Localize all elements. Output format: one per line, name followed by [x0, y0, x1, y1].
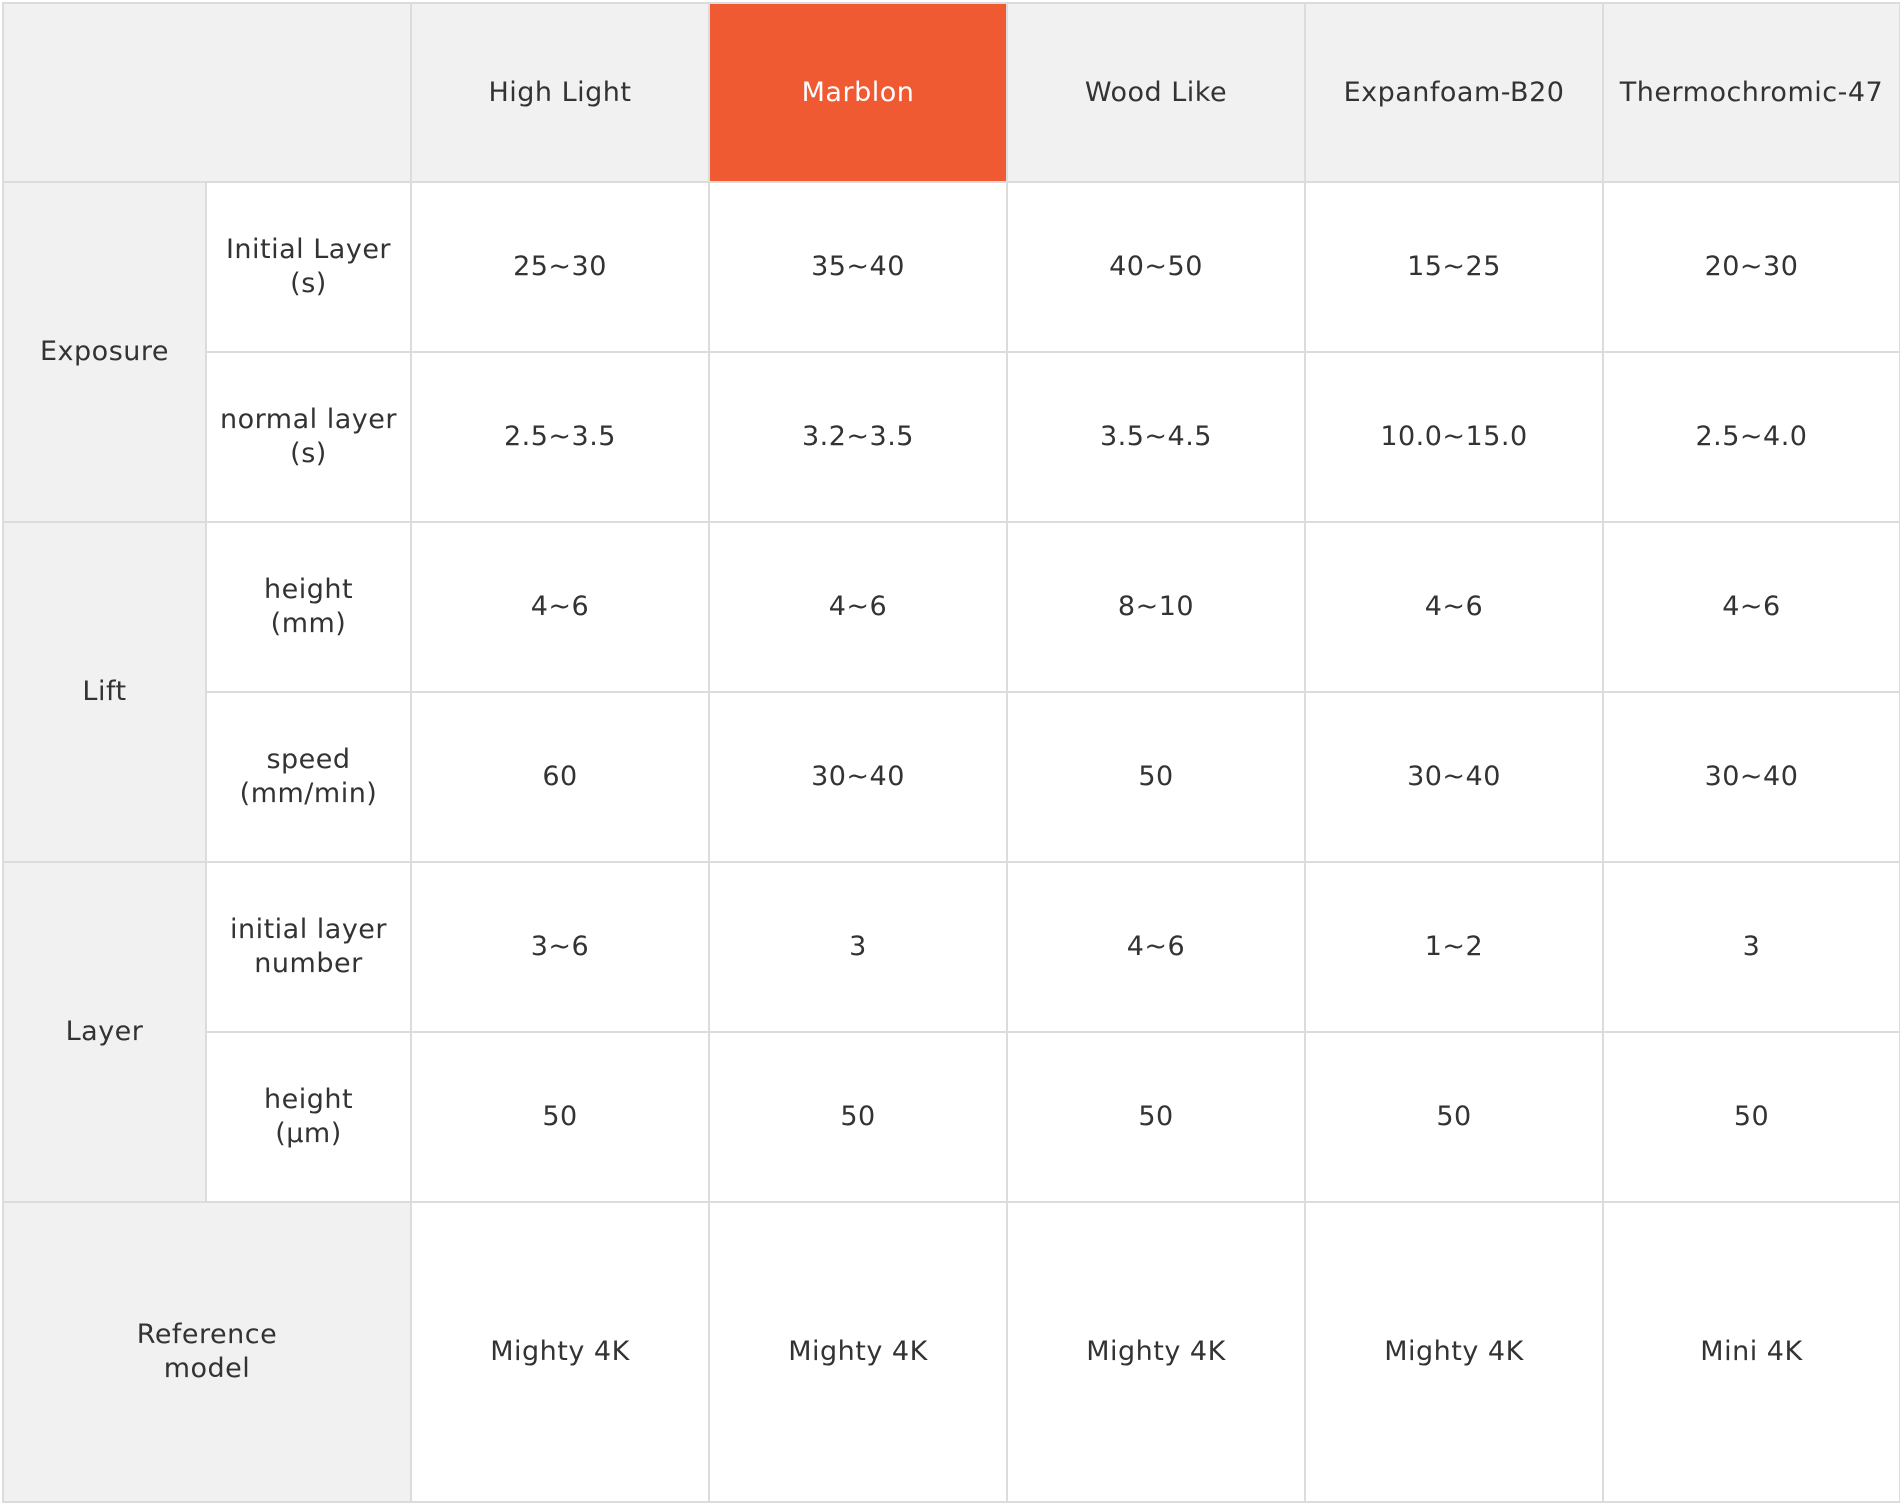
- param-name: height: [263, 574, 354, 605]
- value-cell: 30~40: [1602, 691, 1900, 863]
- value-cell: 2.5~3.5: [410, 351, 710, 523]
- reference-label-line1: Reference: [136, 1319, 278, 1350]
- value-cell: 3.2~3.5: [708, 351, 1008, 523]
- value-cell: 3.5~4.5: [1006, 351, 1306, 523]
- value-cell: 2.5~4.0: [1602, 351, 1900, 523]
- param-unit: (μm): [275, 1118, 342, 1149]
- material-header-expanfoam-b20: Expanfoam-B20: [1304, 2, 1604, 183]
- param-name: normal layer: [220, 404, 397, 435]
- value-cell: 50: [1006, 691, 1306, 863]
- param-label: height (μm): [205, 1031, 412, 1203]
- param-name: initial layer: [229, 914, 388, 945]
- value-cell: 1~2: [1304, 861, 1604, 1033]
- table-row: Exposure Initial Layer (s) 25~30 35~40 4…: [2, 181, 1900, 523]
- reference-model-row: Reference model Mighty 4K Mighty 4K Migh…: [2, 1201, 1900, 1503]
- param-label: normal layer (s): [205, 351, 412, 523]
- param-name: Initial Layer: [225, 234, 392, 265]
- material-parameters-table: High Light Marblon Wood Like Expanfoam-B…: [2, 2, 1900, 1503]
- value-cell: 50: [1602, 1031, 1900, 1203]
- value-cell: 50: [410, 1031, 710, 1203]
- value-cell: 30~40: [1304, 691, 1604, 863]
- value-cell: Mini 4K: [1602, 1201, 1900, 1503]
- value-cell: 50: [1006, 1031, 1306, 1203]
- value-cell: Mighty 4K: [1006, 1201, 1306, 1503]
- table-row: height (μm) 50 50 50 50 50: [3, 1031, 1900, 1203]
- header-row: High Light Marblon Wood Like Expanfoam-B…: [2, 2, 1900, 183]
- value-cell: Mighty 4K: [708, 1201, 1008, 1503]
- value-cell: 8~10: [1006, 521, 1306, 693]
- value-cell: 4~6: [1006, 861, 1306, 1033]
- table-row: Lift height (mm) 4~6 4~6 8~10 4~6 4~6: [2, 521, 1900, 863]
- material-header-thermochromic-47: Thermochromic-47: [1602, 2, 1900, 183]
- value-cell: 10.0~15.0: [1304, 351, 1604, 523]
- param-label: initial layer number: [205, 861, 412, 1033]
- value-cell: 3: [708, 861, 1008, 1033]
- value-cell: 50: [708, 1031, 1008, 1203]
- param-label: speed (mm/min): [205, 691, 412, 863]
- reference-model-label: Reference model: [2, 1201, 412, 1503]
- param-name: speed: [266, 744, 351, 775]
- value-cell: Mighty 4K: [1304, 1201, 1604, 1503]
- param-unit: (mm): [270, 608, 347, 639]
- param-name: height: [263, 1084, 354, 1115]
- param-unit: (s): [290, 438, 327, 469]
- param-label: Initial Layer (s): [205, 181, 412, 353]
- group-label-layer: Layer: [2, 861, 207, 1203]
- value-cell: 15~25: [1304, 181, 1604, 353]
- value-cell: 3: [1602, 861, 1900, 1033]
- param-unit: number: [254, 948, 363, 979]
- value-cell: Mighty 4K: [410, 1201, 710, 1503]
- value-cell: 4~6: [1602, 521, 1900, 693]
- value-cell: 25~30: [410, 181, 710, 353]
- corner-cell: [2, 2, 412, 183]
- value-cell: 30~40: [708, 691, 1008, 863]
- reference-label-line2: model: [163, 1353, 251, 1384]
- material-header-wood-like: Wood Like: [1006, 2, 1306, 183]
- param-unit: (mm/min): [239, 778, 378, 809]
- value-cell: 50: [1304, 1031, 1604, 1203]
- param-label: height (mm): [205, 521, 412, 693]
- group-label-exposure: Exposure: [2, 181, 207, 523]
- material-header-marblon: Marblon: [708, 2, 1008, 183]
- value-cell: 20~30: [1602, 181, 1900, 353]
- table-row: normal layer (s) 2.5~3.5 3.2~3.5 3.5~4.5…: [3, 351, 1900, 523]
- group-label-lift: Lift: [2, 521, 207, 863]
- table-row: speed (mm/min) 60 30~40 50 30~40 30~40: [3, 691, 1900, 863]
- param-unit: (s): [290, 268, 327, 299]
- material-header-high-light: High Light: [410, 2, 710, 183]
- value-cell: 4~6: [708, 521, 1008, 693]
- value-cell: 40~50: [1006, 181, 1306, 353]
- value-cell: 3~6: [410, 861, 710, 1033]
- value-cell: 4~6: [1304, 521, 1604, 693]
- value-cell: 60: [410, 691, 710, 863]
- value-cell: 35~40: [708, 181, 1008, 353]
- table-row: Layer initial layer number 3~6 3 4~6 1~2…: [2, 861, 1900, 1203]
- value-cell: 4~6: [410, 521, 710, 693]
